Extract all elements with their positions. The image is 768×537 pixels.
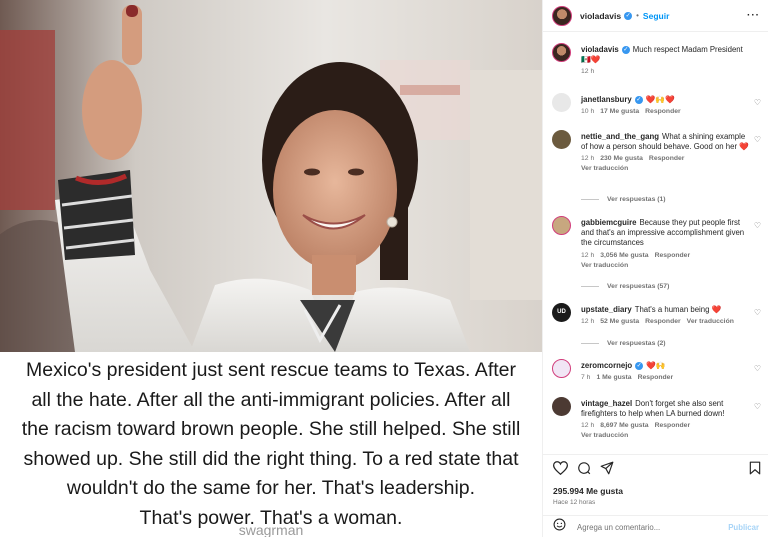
like-comment-heart-icon[interactable]: ♡ [754,308,761,317]
comment-text: That's a human being ❤️ [634,305,722,314]
comment-time: 12 h [581,318,595,326]
verified-badge-icon: ✓ [624,11,633,20]
reply-button[interactable]: Responder [645,318,681,325]
translate-button[interactable]: Ver traducción [581,165,628,172]
like-comment-heart-icon[interactable]: ♡ [754,402,761,411]
caption-line: Mexico's president just sent rescue team… [25,359,516,381]
comment-time: 12 h [581,68,595,76]
comment-likes[interactable]: 1 Me gusta [596,374,631,381]
watermark: swagrman [238,522,304,537]
reply-button[interactable]: Responder [655,422,691,429]
comment-time: 7 h [581,374,591,382]
share-send-icon[interactable] [600,461,614,475]
comments-list[interactable]: violadavis ✓ Much respect Madam President … [543,33,768,453]
caption-line: showed up. She still did the right thing… [23,447,519,470]
separator-dot: • [636,11,639,20]
view-replies-button[interactable]: Ver respuestas (57) [581,283,669,290]
comment-time: 12 h [581,155,595,163]
reply-button[interactable]: Responder [638,374,674,381]
comment-bubble-icon[interactable] [577,461,591,475]
comment-composer: Agrega un comentario... Publicar [543,515,768,537]
like-comment-heart-icon[interactable]: ♡ [754,364,761,373]
comment-likes[interactable]: 3,056 Me gusta [600,252,648,259]
reply-button[interactable]: Responder [655,252,691,259]
comment-time: 10 h [581,108,595,116]
more-options-icon[interactable]: ··· [747,10,760,21]
like-comment-heart-icon[interactable]: ♡ [754,135,761,144]
translate-button[interactable]: Ver traducción [581,262,628,269]
caption-line: wouldn't do the same for her. That's lea… [66,477,476,499]
reply-button[interactable]: Responder [645,108,681,115]
comment-username[interactable]: gabbiemcguire [581,218,636,227]
like-comment-heart-icon[interactable]: ♡ [754,98,761,107]
avatar[interactable] [552,359,571,378]
caption-line: all the hate. After all the anti-immigra… [31,388,511,411]
view-replies-label[interactable]: Ver respuestas (1) [607,196,666,203]
avatar[interactable] [552,130,571,149]
view-replies-button[interactable]: Ver respuestas (2) [581,340,666,347]
comment-username[interactable]: zeromcornejo [581,361,632,370]
avatar[interactable]: UD [552,303,571,322]
avatar[interactable] [552,216,571,235]
follow-button[interactable]: Seguir [643,11,669,21]
translate-button[interactable]: Ver traducción [581,432,628,439]
view-replies-label[interactable]: Ver respuestas (2) [607,340,666,347]
post-photo [0,0,542,352]
post-media[interactable]: Mexico's president just sent rescue team… [0,0,542,537]
comment-username[interactable]: vintage_hazel [581,399,632,408]
bookmark-icon[interactable] [749,461,761,475]
post-timestamp: Hace 12 horas [553,499,596,506]
replies-divider [581,198,599,200]
replies-divider [581,285,599,287]
comment-input[interactable]: Agrega un comentario... [577,523,728,532]
comment-time: 12 h [581,422,595,430]
verified-badge-icon: ✓ [635,361,644,370]
comment-username[interactable]: violadavis [581,45,619,54]
avatar[interactable] [552,93,571,112]
comment-username[interactable]: upstate_diary [581,305,632,314]
comment-likes[interactable]: 230 Me gusta [600,155,643,162]
view-replies-label[interactable]: Ver respuestas (57) [607,283,669,290]
author-avatar[interactable] [552,5,572,26]
comment-likes[interactable]: 8,697 Me gusta [600,422,648,429]
publish-button[interactable]: Publicar [728,523,759,532]
comment-time: 12 h [581,251,595,259]
verified-badge-icon: ✓ [634,95,643,104]
post-actions: 295.994 Me gusta Hace 12 horas Agrega un… [543,454,768,537]
like-count[interactable]: 295.994 Me gusta [553,486,623,496]
post-sidebar: violadavis ✓ • Seguir ··· violadavis ✓ Muc… [542,0,768,537]
translate-button[interactable]: Ver traducción [687,318,734,325]
post-header: violadavis ✓ • Seguir ··· [543,0,768,32]
comment-text: ❤️🙌 [646,361,666,370]
comment-likes[interactable]: 52 Me gusta [600,318,639,325]
replies-divider [581,342,599,344]
comment-username[interactable]: nettie_and_the_gang [581,132,659,141]
like-heart-icon[interactable] [553,461,568,475]
author-username[interactable]: violadavis [580,11,621,21]
like-comment-heart-icon[interactable]: ♡ [754,221,761,230]
post-caption-image-text: Mexico's president just sent rescue team… [0,352,542,537]
comment-username[interactable]: janetlansbury [581,95,632,104]
comment-likes[interactable]: 17 Me gusta [600,108,639,115]
comment-text: ❤️🙌❤️ [645,95,675,104]
view-replies-button[interactable]: Ver respuestas (1) [581,196,666,203]
caption-line: the racism toward brown people. She stil… [21,418,521,440]
avatar[interactable] [552,43,571,62]
emoji-icon[interactable] [553,518,566,536]
avatar[interactable] [552,397,571,416]
reply-button[interactable]: Responder [649,155,685,162]
verified-badge-icon: ✓ [621,45,630,54]
president-photo [0,0,542,352]
